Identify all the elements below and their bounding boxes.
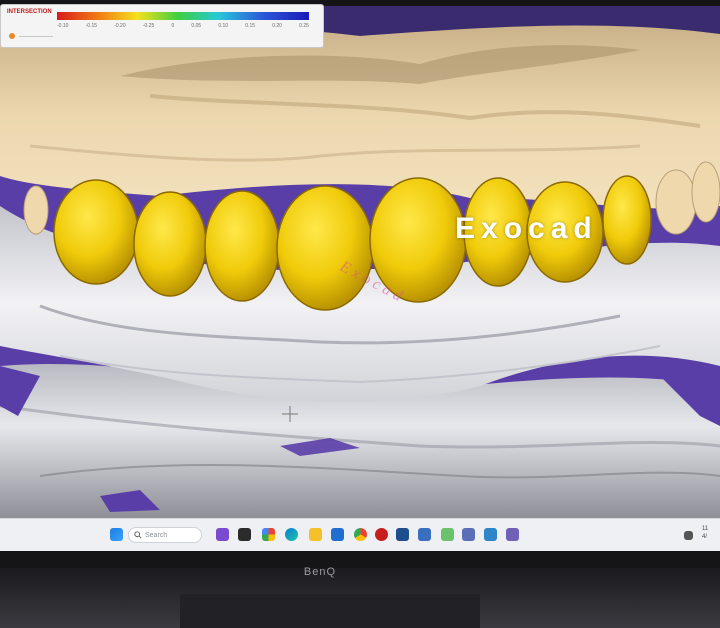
clock-time: 11 xyxy=(702,526,709,532)
legend-tick: 0.10 xyxy=(218,23,229,29)
record-icon[interactable] xyxy=(375,528,388,541)
legend-tick: 0.25 xyxy=(299,23,309,29)
dental-model-render[interactable] xyxy=(0,6,720,518)
legend-slider-handle-icon[interactable] xyxy=(9,33,15,39)
legend-tick: 0 xyxy=(171,23,175,29)
legend-ticks: -0.10 -0.15 -0.20 -0.25 0 0.05 0.10 0.15… xyxy=(57,23,309,33)
taskbar-search-box[interactable]: Search xyxy=(128,527,202,543)
photos-icon[interactable] xyxy=(262,528,275,541)
legend-tick: -0.20 xyxy=(114,23,126,29)
legend-tick: -0.15 xyxy=(85,23,98,29)
app-icon-6[interactable] xyxy=(506,528,519,541)
legend-tick: 0.05 xyxy=(191,23,202,29)
file-explorer-icon[interactable] xyxy=(309,528,322,541)
legend-slider-track[interactable] xyxy=(19,36,53,37)
app-icon-4[interactable] xyxy=(462,528,475,541)
app-icon-5[interactable] xyxy=(484,528,497,541)
app-icon-1[interactable] xyxy=(396,528,409,541)
legend-tick: 0.15 xyxy=(245,23,256,29)
search-placeholder: Search xyxy=(145,531,168,539)
monitor-stand xyxy=(180,594,480,628)
app-icon-2[interactable] xyxy=(418,528,431,541)
crosshair-cursor-icon xyxy=(282,406,298,422)
exocad-viewport[interactable] xyxy=(0,6,720,518)
edge-browser-icon[interactable] xyxy=(285,528,298,541)
legend-tick: -0.10 xyxy=(57,23,69,29)
widgets-icon[interactable] xyxy=(216,528,229,541)
legend-tick: 0.20 xyxy=(272,23,282,29)
legend-color-scale xyxy=(57,12,309,20)
volume-icon[interactable] xyxy=(684,531,693,540)
deviation-color-legend: INTERSECTION -0.10 -0.15 -0.20 -0.25 0 0… xyxy=(0,4,324,48)
monitor-brand-logo: BenQ xyxy=(303,566,337,578)
chrome-icon[interactable] xyxy=(354,528,367,541)
exocad-watermark: Exocad xyxy=(455,212,598,245)
search-icon xyxy=(134,531,142,539)
legend-title: INTERSECTION xyxy=(7,9,52,15)
windows-start-icon[interactable] xyxy=(110,528,123,541)
taskbar-clock[interactable]: 11 4/ xyxy=(702,525,708,541)
legend-tick: -0.25 xyxy=(142,23,155,29)
app-icon-3[interactable] xyxy=(441,528,454,541)
task-view-icon[interactable] xyxy=(238,528,251,541)
mail-icon[interactable] xyxy=(331,528,344,541)
windows-taskbar: Search 11 4/ xyxy=(0,518,720,551)
clock-date: 4/ xyxy=(702,534,708,540)
